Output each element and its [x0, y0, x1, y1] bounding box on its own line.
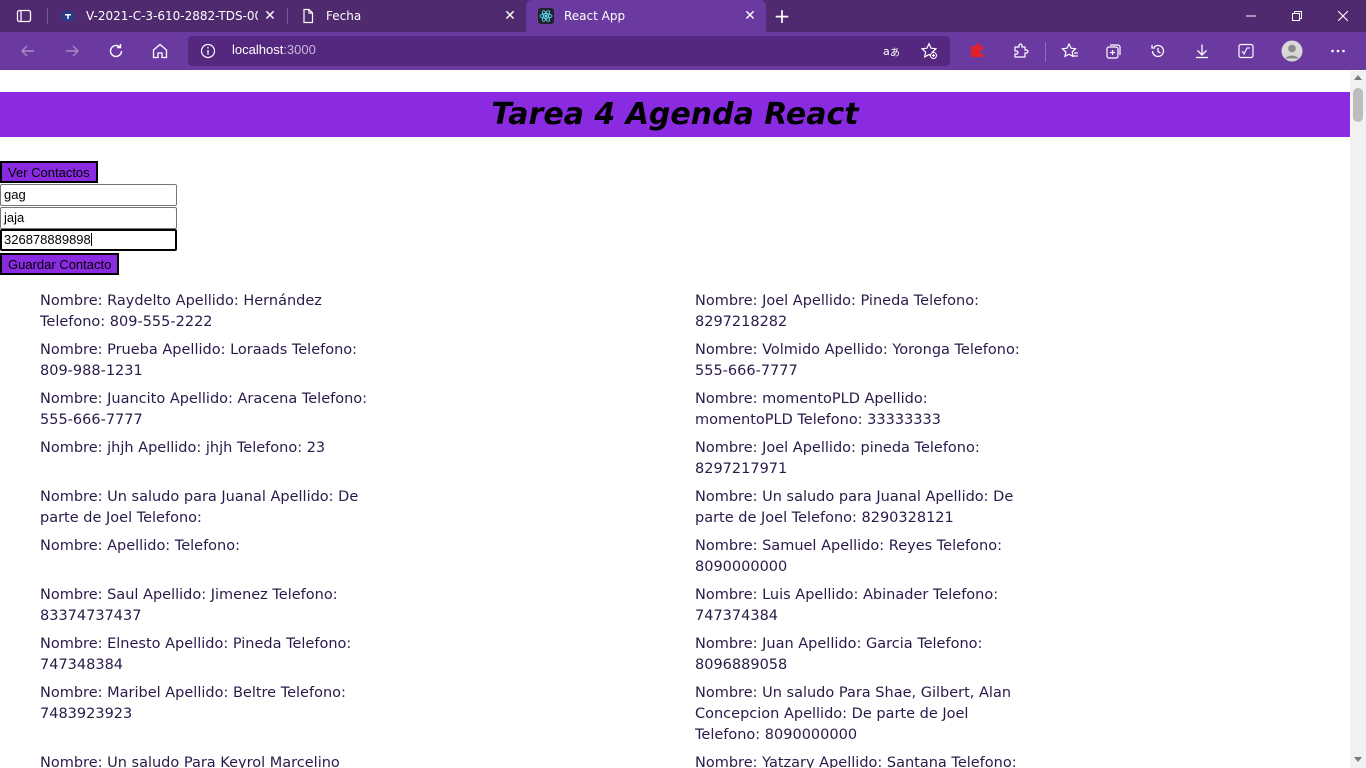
tab-actions-icon[interactable] [0, 0, 48, 32]
view-contacts-button[interactable]: Ver Contactos [0, 161, 98, 183]
contact-list: Nombre: Raydelto Apellido: Hernández Tel… [40, 291, 1040, 768]
contact-item: Nombre: Joel Apellido: pineda Telefono: … [695, 440, 980, 477]
back-icon[interactable] [13, 36, 43, 66]
new-tab-icon[interactable]: + [770, 4, 794, 28]
contact-item: Nombre: Samuel Apellido: Reyes Telefono:… [695, 538, 1002, 575]
svg-text:あ: あ [890, 47, 900, 59]
history-icon[interactable] [1143, 36, 1173, 66]
tab-title: Fecha [326, 9, 362, 23]
teams-icon [60, 8, 76, 24]
contact-item: Nombre: Maribel Apellido: Beltre Telefon… [40, 685, 346, 722]
close-window-icon[interactable] [1320, 0, 1366, 32]
contact-item: Nombre: Un saludo para Juanal Apellido: … [40, 489, 359, 526]
tab-react-app[interactable]: React App ✕ [526, 0, 766, 32]
text-caret [90, 233, 92, 246]
tab-title: React App [564, 9, 626, 23]
profile-icon[interactable] [1277, 36, 1307, 66]
read-aloud-icon[interactable]: aあ [882, 41, 902, 61]
phone-input-value: 326878889898 [4, 232, 91, 247]
address-bar[interactable]: localhost:3000 aあ [188, 36, 950, 66]
contact-item: Nombre: Juancito Apellido: Aracena Telef… [40, 391, 368, 428]
svg-text:a: a [883, 45, 890, 58]
contact-item: Nombre: Saul Apellido: Jimenez Telefono:… [40, 587, 338, 624]
scroll-up-icon[interactable] [1354, 75, 1362, 80]
page-header: Tarea 4 Agenda React [0, 92, 1350, 137]
info-icon[interactable] [200, 43, 216, 59]
home-icon[interactable] [145, 36, 175, 66]
tab-title: V-2021-C-3-610-2882-TDS-008: T [86, 9, 258, 23]
contact-item: Nombre: Apellido: Telefono: [40, 538, 240, 554]
restore-icon[interactable] [1274, 0, 1320, 32]
contact-item: Nombre: Prueba Apellido: Loraads Telefon… [40, 342, 358, 379]
extension-red-icon[interactable] [962, 36, 992, 66]
contact-item: Nombre: Un saludo para Juanal Apellido: … [695, 489, 1014, 526]
page-title: Tarea 4 Agenda React [491, 97, 859, 132]
toolbar-divider [1045, 42, 1046, 62]
extensions-icon[interactable] [1006, 36, 1036, 66]
name-input[interactable]: gag [0, 184, 177, 206]
url-host: localhost [232, 42, 284, 57]
contact-item: Nombre: Un saludo Para Keyrol Marcelino [40, 755, 340, 768]
close-tab-icon[interactable]: ✕ [502, 8, 518, 24]
close-tab-icon[interactable]: ✕ [262, 8, 278, 24]
react-icon [538, 8, 554, 24]
tab-teams[interactable]: V-2021-C-3-610-2882-TDS-008: T ✕ [48, 0, 286, 32]
more-icon[interactable] [1323, 36, 1353, 66]
contact-item: Nombre: momentoPLD Apellido: momentoPLD … [695, 391, 941, 428]
browser-tab-bar: V-2021-C-3-610-2882-TDS-008: T ✕ Fecha ✕… [0, 0, 1366, 32]
save-contact-button[interactable]: Guardar Contacto [0, 253, 120, 275]
collections-icon[interactable] [1099, 36, 1129, 66]
lastname-input[interactable]: jaja [0, 207, 177, 229]
scrollbar-thumb[interactable] [1353, 88, 1363, 122]
contact-item: Nombre: Juan Apellido: Garcia Telefono: … [695, 636, 983, 673]
contact-item: Nombre: Luis Apellido: Abinader Telefono… [695, 587, 999, 624]
add-favorite-icon[interactable] [919, 41, 939, 61]
contact-item: Nombre: Joel Apellido: Pineda Telefono: … [695, 293, 979, 330]
favorites-icon[interactable] [1055, 36, 1085, 66]
refresh-icon[interactable] [101, 36, 131, 66]
page-viewport: Tarea 4 Agenda React Ver Contactos gag j… [0, 71, 1350, 768]
url-port: :3000 [283, 42, 316, 57]
scroll-down-icon[interactable] [1354, 757, 1362, 762]
browser-toolbar: localhost:3000 aあ [0, 32, 1366, 70]
url-text: localhost:3000 [232, 42, 316, 57]
forward-icon[interactable] [57, 36, 87, 66]
minimize-icon[interactable] [1228, 0, 1274, 32]
downloads-icon[interactable] [1187, 36, 1217, 66]
contact-item: Nombre: Volmido Apellido: Yoronga Telefo… [695, 342, 1020, 379]
close-tab-icon[interactable]: ✕ [742, 8, 758, 24]
phone-input[interactable]: 326878889898 [0, 229, 177, 251]
page-icon [300, 8, 316, 24]
tab-fecha[interactable]: Fecha ✕ [288, 0, 526, 32]
contact-item: Nombre: Elnesto Apellido: Pineda Telefon… [40, 636, 352, 673]
contact-item: Nombre: Raydelto Apellido: Hernández Tel… [40, 293, 322, 330]
contact-item: Nombre: jhjh Apellido: jhjh Telefono: 23 [40, 440, 326, 456]
contact-item: Nombre: Un saludo Para Shae, Gilbert, Al… [695, 685, 1012, 743]
math-solver-icon[interactable] [1231, 36, 1261, 66]
vertical-scrollbar[interactable] [1350, 71, 1366, 768]
contact-item: Nombre: Yatzary Apellido: Santana Telefo… [695, 755, 1017, 768]
